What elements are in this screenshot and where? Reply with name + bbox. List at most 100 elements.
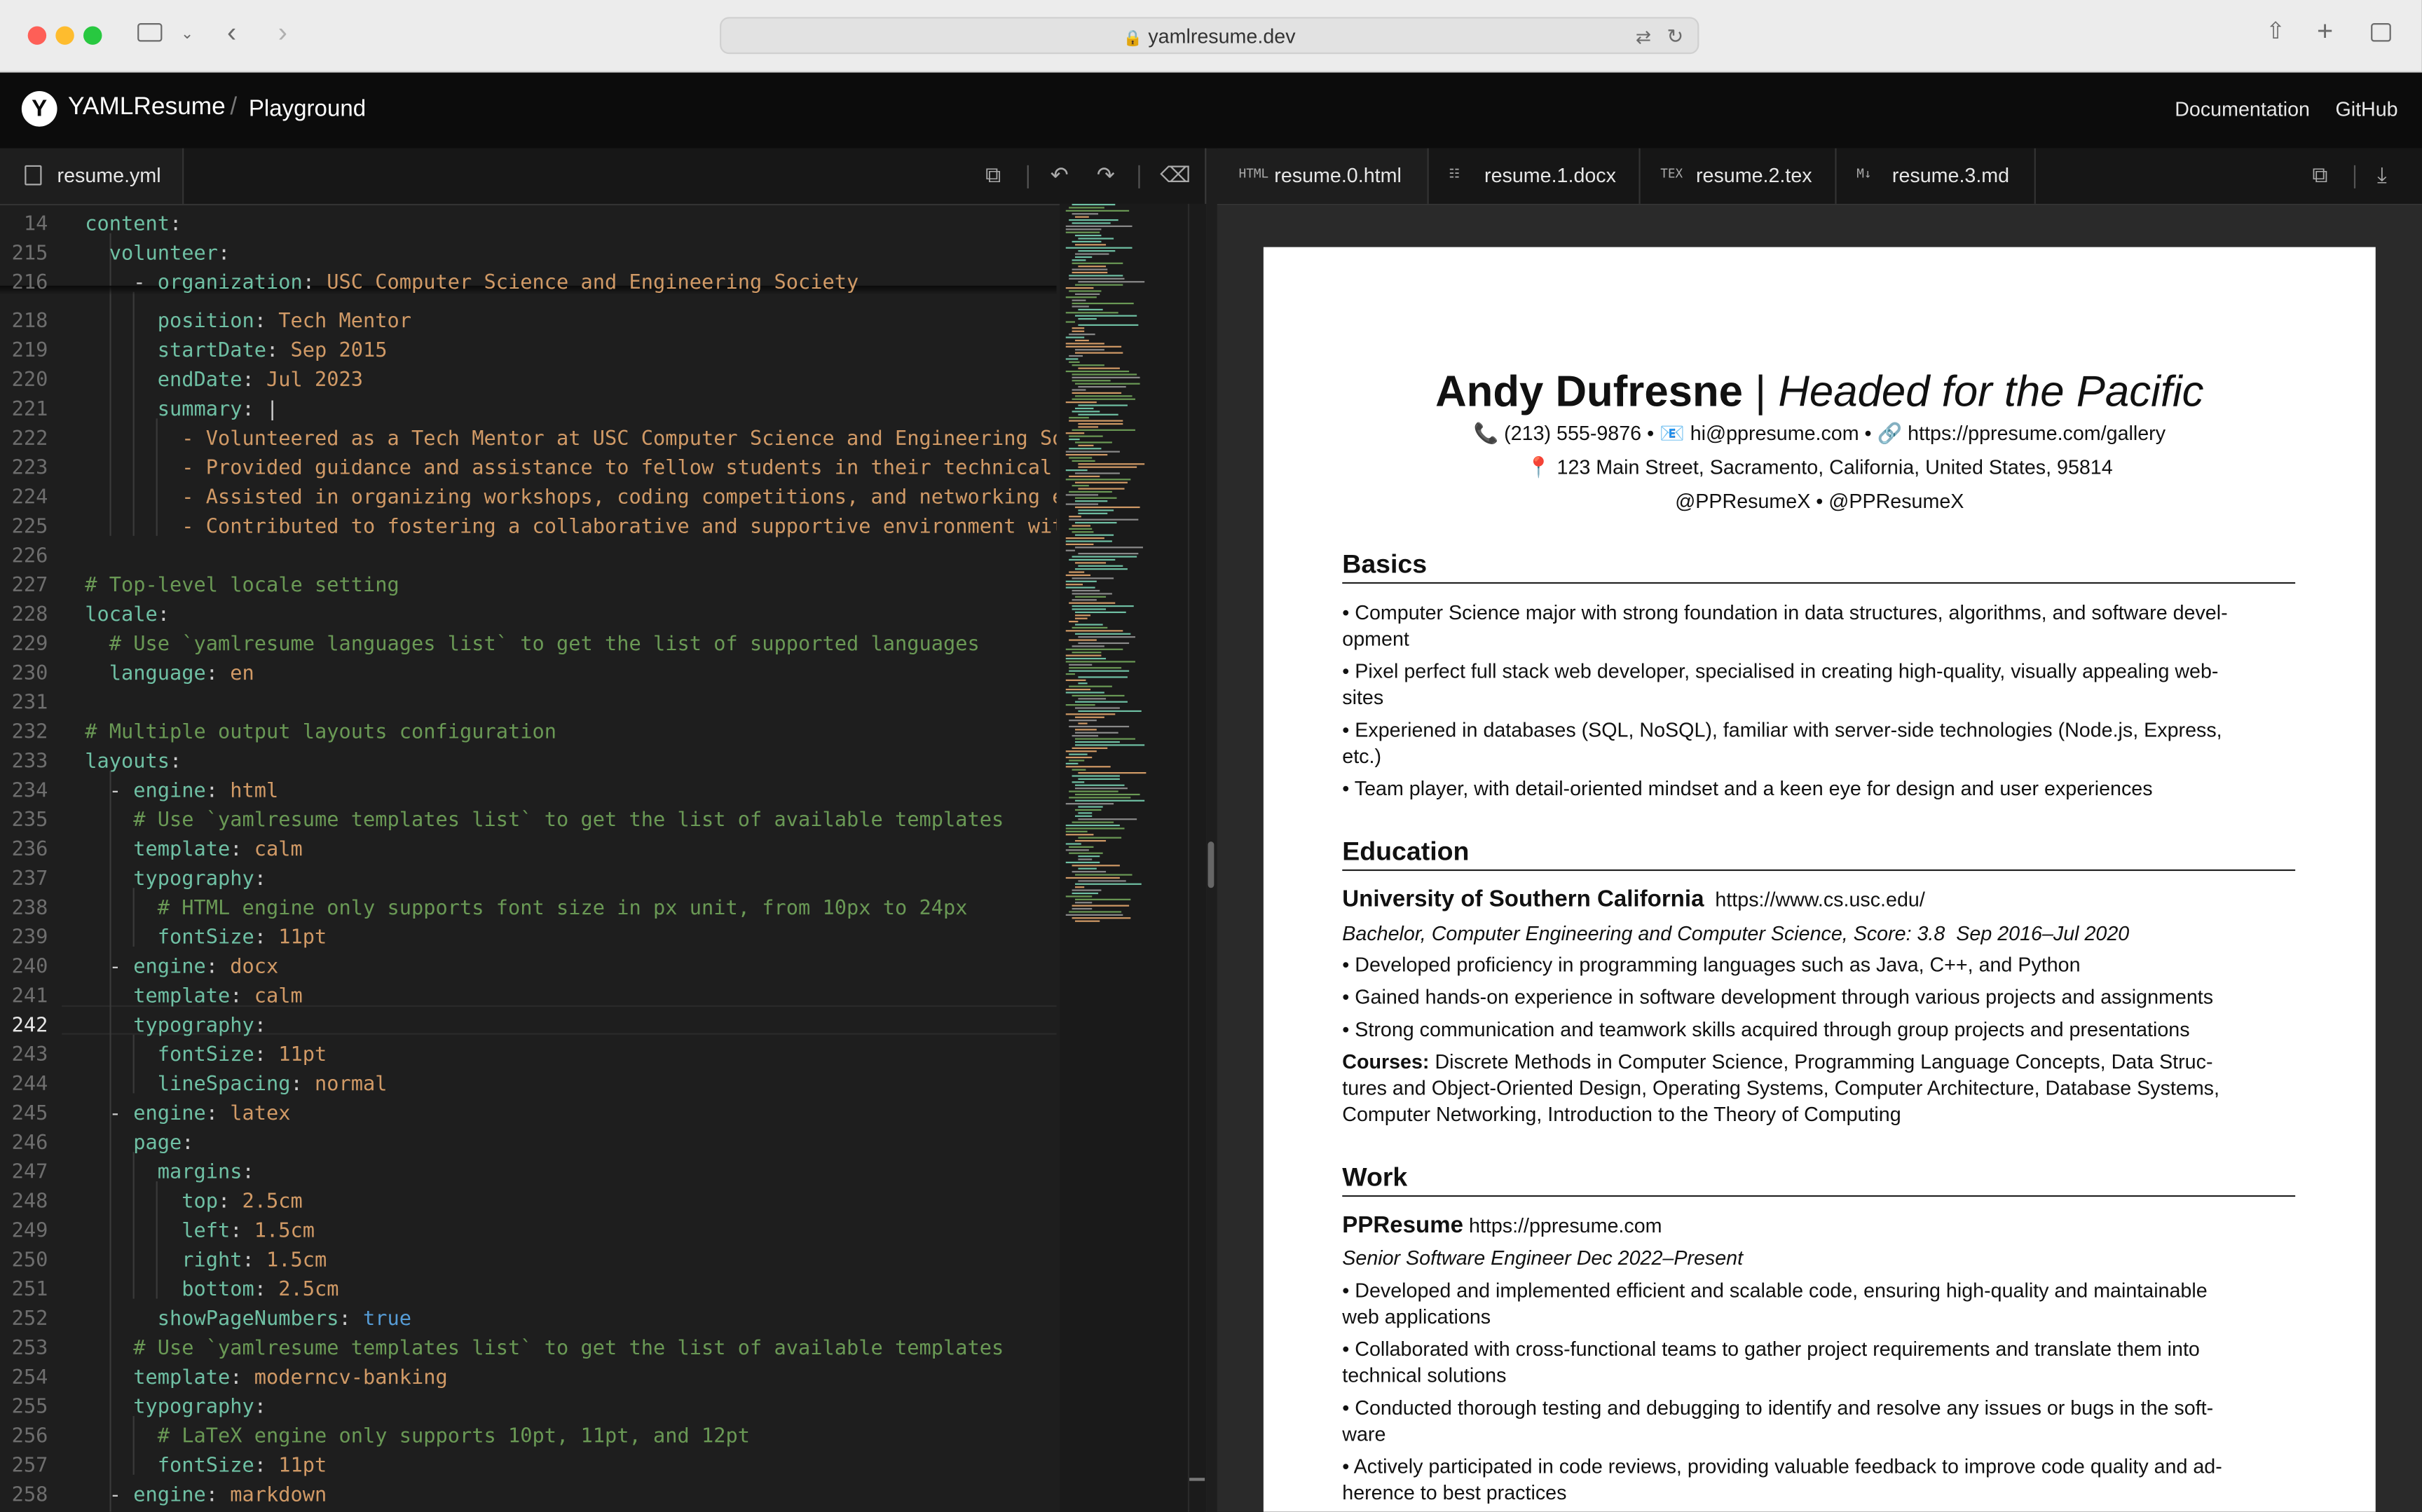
minimap-line [1074,793,1140,796]
code-line[interactable]: 251 bottom: 2.5cm [0,1276,1057,1305]
code-line[interactable]: 218 position: Tech Mentor [0,308,1057,337]
code-line[interactable]: 227 # Top-level locale setting [0,571,1057,600]
code-line[interactable]: 249 left: 1.5cm [0,1217,1057,1246]
code-token: : [169,750,182,774]
new-tab-icon[interactable]: + [2317,17,2333,45]
code-line[interactable]: 250 right: 1.5cm [0,1246,1057,1276]
code-line[interactable]: 220 endDate: Jul 2023 [0,366,1057,395]
copy-icon[interactable]: ⧉ [2312,162,2327,188]
school-url[interactable]: https://www.cs.usc.edu/ [1715,888,1924,911]
code-line[interactable]: 234 - engine: html [0,777,1057,806]
sidebar-toggle-icon[interactable] [137,23,163,42]
code-line[interactable]: 245 - engine: latex [0,1099,1057,1129]
close-window-button[interactable] [27,26,47,45]
code-token: : [254,1043,279,1067]
code-line[interactable]: 237 typography: [0,865,1057,894]
code-line[interactable]: 221 summary: | [0,395,1057,425]
code-line[interactable]: 235 # Use `yamlresume templates list` to… [0,806,1057,835]
minimap-line [1065,704,1095,706]
code-line[interactable]: 246 page: [0,1129,1057,1158]
code-minimap[interactable] [1059,203,1188,1512]
code-line[interactable]: 233 layouts: [0,748,1057,777]
brand-name[interactable]: YAMLResume [68,94,226,122]
code-line[interactable]: 236 template: calm [0,835,1057,865]
reload-icon[interactable]: ↻ [1667,25,1683,49]
minimap-line [1074,707,1120,709]
yamlresume-logo[interactable]: Y [21,91,57,127]
code-line[interactable]: 248 top: 2.5cm [0,1188,1057,1217]
minimap-line [1074,701,1128,703]
code-line[interactable]: 219 startDate: Sep 2015 [0,336,1057,366]
tab-resume-3-md[interactable]: M↓ resume.3.md [1835,148,2036,204]
eraser-icon[interactable]: ⌫ [1160,162,1191,188]
breadcrumb-playground[interactable]: Playground [249,96,366,122]
code-line[interactable]: 253 # Use `yamlresume templates list` to… [0,1334,1057,1363]
tab-resume-yml[interactable]: resume.yml [0,148,184,204]
code-token: : [205,662,231,686]
code-line[interactable]: 223 - Provided guidance and assistance t… [0,454,1057,483]
work-bullet-line: web applications [1342,1305,1491,1328]
code-line[interactable]: 243 fontSize: 11pt [0,1040,1057,1070]
tab-overview-icon[interactable] [2371,23,2391,42]
github-link[interactable]: GitHub [2335,97,2397,121]
code-line[interactable]: 14 content: [0,210,1057,240]
chevron-down-icon[interactable]: ⌄ [181,23,193,48]
copy-icon[interactable]: ⧉ [985,162,1001,188]
minimap-line [1072,213,1099,215]
code-line[interactable]: 252 showPageNumbers: true [0,1305,1057,1334]
download-icon[interactable]: ⤓ [2377,162,2387,188]
code-line[interactable]: 229 # Use `yamlresume languages list` to… [0,630,1057,659]
line-number: 245 [11,1102,48,1126]
share-icon[interactable]: ⇧ [2266,20,2285,45]
code-line[interactable]: 256 # LaTeX engine only supports 10pt, 1… [0,1422,1057,1452]
redo-icon[interactable]: ↷ [1097,162,1115,188]
scrollbar-thumb[interactable] [1189,1478,1205,1481]
code-area[interactable]: 14 content: 215 volunteer: 216 - organizati… [0,204,1057,1512]
code-line[interactable]: 216 - organization: USC Computer Science… [0,268,1057,298]
line-number: 253 [11,1337,48,1361]
forward-icon[interactable]: › [278,18,287,46]
code-line[interactable]: 255 typography: [0,1393,1057,1422]
minimize-window-button[interactable] [55,26,74,45]
minimap-line [1072,871,1107,873]
company-url[interactable]: https://ppresume.com [1469,1214,1662,1237]
pane-resize-handle[interactable] [1207,841,1215,888]
undo-icon[interactable]: ↶ [1051,162,1069,188]
code-line[interactable]: 224 - Assisted in organizing workshops, … [0,483,1057,513]
back-icon[interactable]: ‹ [227,18,236,46]
code-line[interactable]: 257 fontSize: 11pt [0,1452,1057,1481]
code-line[interactable]: 225 - Contributed to fostering a collabo… [0,513,1057,542]
translate-icon[interactable]: ⇄ [1636,25,1651,49]
code-line[interactable]: 242 typography: [0,1012,1057,1041]
code-line[interactable]: 230 language: en [0,659,1057,689]
code-line[interactable]: 231 [0,689,1057,718]
tab-resume-1-docx[interactable]: ☷ resume.1.docx [1427,148,1641,204]
code-line[interactable]: 254 template: moderncv-banking [0,1363,1057,1393]
code-line[interactable]: 238 # HTML engine only supports font siz… [0,894,1057,923]
code-line[interactable]: 258 - engine: markdown [0,1481,1057,1511]
tab-resume-0-html[interactable]: HTML resume.0.html [1217,148,1429,204]
documentation-link[interactable]: Documentation [2175,97,2310,121]
url-text: yamlresume.dev [1148,25,1296,48]
address-bar[interactable]: 🔒 yamlresume.dev ⇄ ↻ [720,17,1699,55]
tab-resume-2-tex[interactable]: TEX resume.2.tex [1638,148,1837,204]
code-line[interactable]: 215 volunteer: [0,240,1057,269]
code-line[interactable]: 232 # Multiple output layouts configurati… [0,718,1057,748]
minimap-line [1065,225,1133,227]
code-line[interactable]: 241 template: calm [0,982,1057,1012]
code-text: endDate: Jul 2023 [85,366,363,395]
line-number: 234 [11,780,48,804]
editor-scrollbar[interactable] [1187,203,1207,1512]
code-line[interactable]: 226 [0,542,1057,572]
code-line[interactable]: 240 - engine: docx [0,953,1057,982]
zoom-window-button[interactable] [83,26,102,45]
code-line[interactable]: 244 lineSpacing: normal [0,1070,1057,1099]
code-line[interactable]: 228 locale: [0,600,1057,630]
code-line[interactable]: 239 fontSize: 11pt [0,923,1057,953]
education-bullet: • Developed proficiency in programming l… [1342,952,2081,976]
code-line[interactable]: 222 - Volunteered as a Tech Mentor at US… [0,425,1057,454]
code-line[interactable]: 247 margins: [0,1158,1057,1188]
code-text: template: calm [85,982,303,1012]
